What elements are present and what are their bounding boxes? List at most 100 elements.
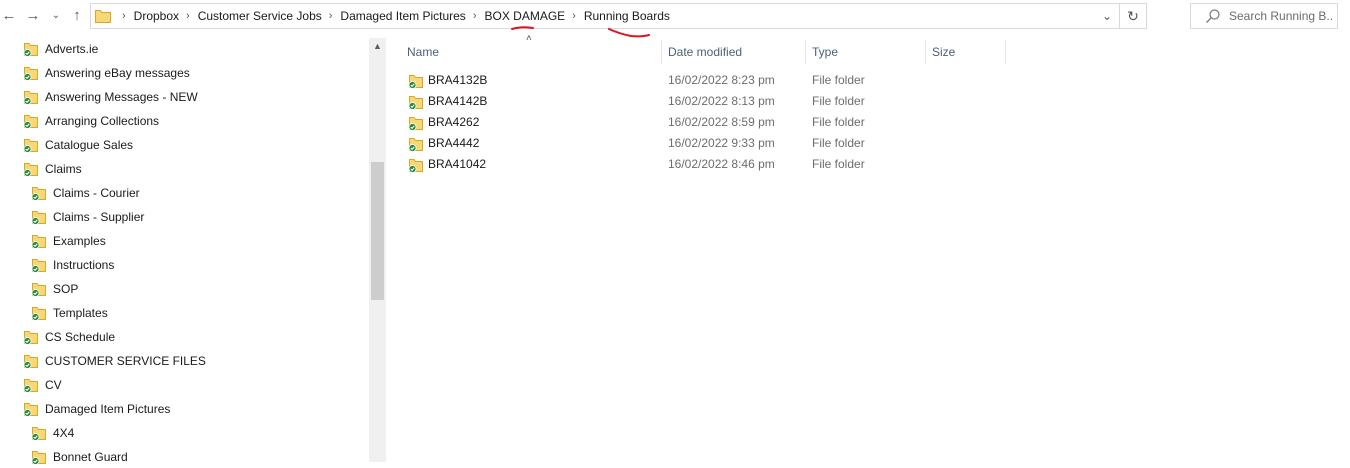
sidebar-item[interactable]: Templates	[31, 302, 108, 324]
synced-folder-icon	[408, 75, 423, 89]
sidebar-item[interactable]: CV	[23, 374, 62, 396]
file-name: BRA4262	[428, 115, 480, 129]
file-type: File folder	[812, 73, 865, 87]
synced-folder-icon	[31, 427, 46, 441]
caret-up-icon: ▲	[373, 41, 382, 51]
file-row[interactable]: BRA4262 16/02/2022 8:59 pm File folder	[403, 112, 1003, 133]
file-name: BRA4142B	[428, 94, 488, 108]
breadcrumb-item[interactable]: BOX DAMAGE	[484, 9, 565, 23]
synced-folder-icon	[408, 159, 423, 173]
synced-folder-icon	[23, 163, 38, 177]
sidebar-item-label: Catalogue Sales	[45, 138, 134, 152]
nav-scrollbar[interactable]: ▲	[369, 38, 386, 462]
breadcrumb-item[interactable]: Customer Service Jobs	[198, 9, 322, 23]
breadcrumb-item[interactable]: Dropbox	[134, 9, 179, 23]
search-box[interactable]	[1190, 3, 1338, 29]
breadcrumb-item[interactable]: Damaged Item Pictures	[340, 9, 465, 23]
file-row[interactable]: BRA4442 16/02/2022 9:33 pm File folder	[403, 133, 1003, 154]
synced-folder-icon	[23, 139, 38, 153]
sidebar-item-label: Templates	[53, 306, 108, 320]
sidebar-item[interactable]: Catalogue Sales	[23, 134, 133, 156]
file-row[interactable]: BRA41042 16/02/2022 8:46 pm File folder	[403, 154, 1003, 175]
file-row[interactable]: BRA4132B 16/02/2022 8:23 pm File folder	[403, 70, 1003, 91]
up-button[interactable]: ↑	[68, 5, 86, 27]
sidebar-item-label: Claims - Supplier	[53, 210, 145, 224]
file-date-modified: 16/02/2022 8:23 pm	[668, 73, 775, 87]
file-name: BRA4132B	[428, 73, 488, 87]
sidebar-item[interactable]: Answering eBay messages	[23, 62, 190, 84]
sidebar-item-label: Claims - Courier	[53, 186, 140, 200]
refresh-button[interactable]: ↻	[1119, 4, 1146, 28]
sidebar-item-label: Instructions	[53, 258, 115, 272]
sidebar-item-label: Answering eBay messages	[45, 66, 190, 80]
chevron-right-icon[interactable]: ›	[572, 10, 576, 22]
breadcrumb-item[interactable]: Running Boards	[584, 9, 670, 23]
sidebar-item-label: Claims	[45, 162, 82, 176]
sidebar-item-label: SOP	[53, 282, 79, 296]
synced-folder-icon	[23, 403, 38, 417]
sidebar-item[interactable]: Arranging Collections	[23, 110, 159, 132]
sidebar-item-label: CV	[45, 378, 62, 392]
scroll-thumb[interactable]	[371, 162, 384, 300]
file-date-modified: 16/02/2022 8:59 pm	[668, 115, 775, 129]
sidebar-item[interactable]: Damaged Item Pictures	[23, 398, 170, 420]
address-history-dropdown[interactable]: ⌄	[1096, 4, 1118, 28]
chevron-right-icon[interactable]: ›	[473, 10, 477, 22]
sidebar-item-label: CS Schedule	[45, 330, 116, 344]
synced-folder-icon	[23, 355, 38, 369]
synced-folder-icon	[23, 331, 38, 345]
file-date-modified: 16/02/2022 8:13 pm	[668, 94, 775, 108]
arrow-right-icon: →	[25, 7, 41, 24]
address-bar[interactable]: › Dropbox › Customer Service Jobs › Damaged I…	[90, 3, 1147, 29]
synced-folder-icon	[408, 117, 423, 131]
sidebar-item[interactable]: SOP	[31, 278, 78, 300]
search-input[interactable]	[1229, 7, 1333, 25]
sidebar-item[interactable]: Bonnet Guard	[31, 446, 128, 468]
sidebar-item[interactable]: CUSTOMER SERVICE FILES	[23, 350, 206, 372]
file-type: File folder	[812, 94, 865, 108]
sidebar-item-label: Examples	[53, 234, 106, 248]
synced-folder-icon	[23, 379, 38, 393]
refresh-icon: ↻	[1127, 8, 1139, 24]
sidebar-item-label: Adverts.ie	[45, 42, 99, 56]
synced-folder-icon	[408, 96, 423, 110]
column-header-name[interactable]: Name	[401, 40, 661, 64]
sidebar-item-label: Damaged Item Pictures	[45, 402, 171, 416]
file-row[interactable]: BRA4142B 16/02/2022 8:13 pm File folder	[403, 91, 1003, 112]
synced-folder-icon	[31, 235, 46, 249]
column-header-size[interactable]: Size	[926, 40, 1006, 64]
file-type: File folder	[812, 157, 865, 171]
synced-folder-icon	[31, 187, 46, 201]
forward-button[interactable]: →	[24, 5, 42, 27]
sidebar-item[interactable]: Claims - Courier	[31, 182, 140, 204]
synced-folder-icon	[31, 211, 46, 225]
sidebar-item[interactable]: CS Schedule	[23, 326, 115, 348]
sidebar-item[interactable]: Adverts.ie	[23, 38, 98, 60]
file-type: File folder	[812, 136, 865, 150]
synced-folder-icon	[31, 283, 46, 297]
column-header-type[interactable]: Type	[806, 40, 925, 64]
column-divider[interactable]	[1005, 40, 1006, 64]
search-icon	[1206, 9, 1220, 23]
synced-folder-icon	[31, 259, 46, 273]
sidebar-item[interactable]: 4X4	[31, 422, 74, 444]
sidebar-item[interactable]: Instructions	[31, 254, 114, 276]
synced-folder-icon	[23, 67, 38, 81]
recent-locations-button[interactable]: ⌄	[47, 5, 65, 27]
sidebar-item[interactable]: Answering Messages - NEW	[23, 86, 198, 108]
column-header-date[interactable]: Date modified	[662, 40, 805, 64]
arrow-left-icon: ←	[1, 7, 17, 24]
chevron-right-icon[interactable]: ›	[122, 10, 126, 22]
synced-folder-icon	[23, 91, 38, 105]
chevron-right-icon[interactable]: ›	[329, 10, 333, 22]
sidebar-item[interactable]: Examples	[31, 230, 106, 252]
file-date-modified: 16/02/2022 8:46 pm	[668, 157, 775, 171]
sidebar-item[interactable]: Claims - Supplier	[31, 206, 144, 228]
sidebar-item[interactable]: Claims	[23, 158, 82, 180]
chevron-right-icon[interactable]: ›	[186, 10, 190, 22]
synced-folder-icon	[31, 451, 46, 465]
back-button[interactable]: ←	[0, 5, 18, 27]
folder-icon	[95, 10, 111, 23]
scroll-up-button[interactable]: ▲	[369, 38, 386, 55]
synced-folder-icon	[23, 115, 38, 129]
